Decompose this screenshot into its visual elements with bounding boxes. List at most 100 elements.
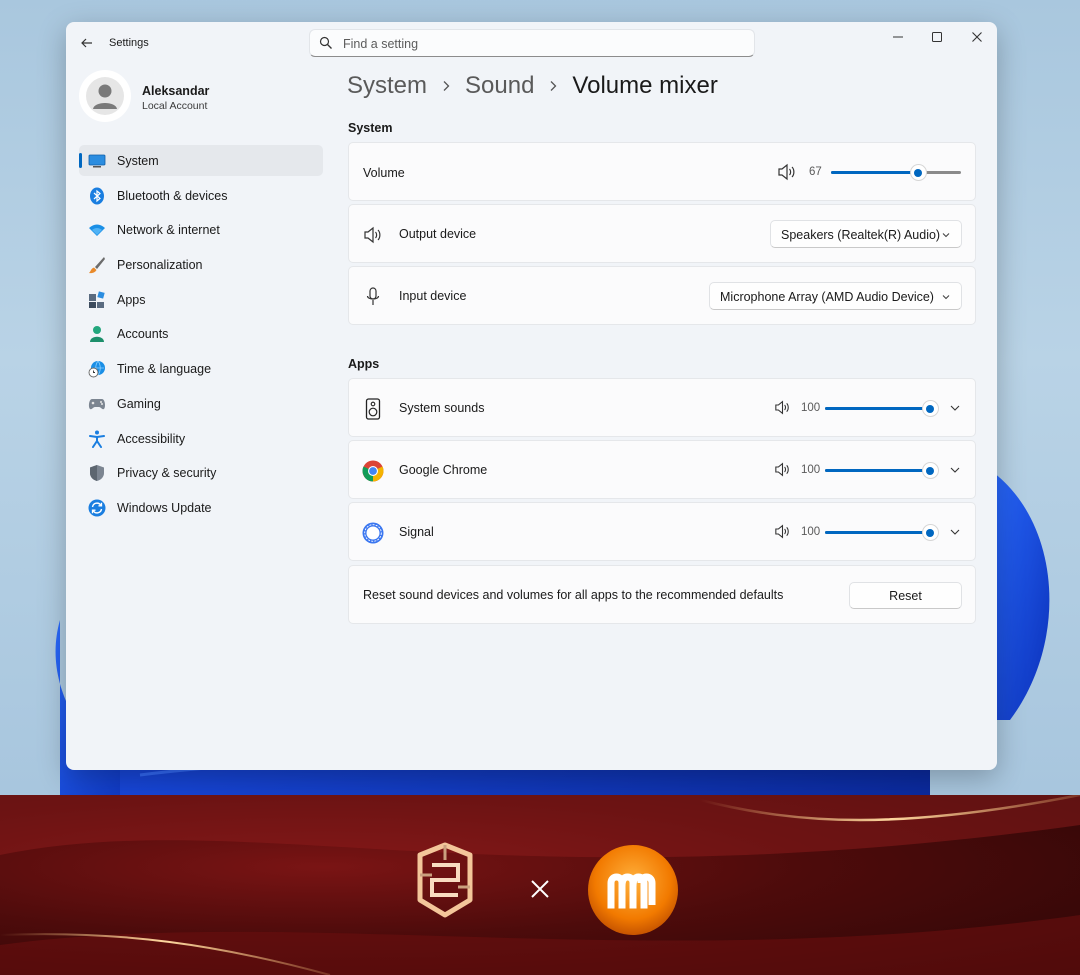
minimize-button[interactable] bbox=[878, 22, 918, 52]
expand-chevron-button[interactable] bbox=[946, 399, 964, 417]
app-name: System sounds bbox=[399, 401, 485, 415]
times-sign-icon bbox=[531, 880, 549, 898]
sidebar-nav: System Bluetooth & devices Network & int… bbox=[79, 145, 323, 527]
search-input[interactable] bbox=[343, 35, 743, 53]
search-icon bbox=[319, 36, 332, 49]
breadcrumb-sound[interactable]: Sound bbox=[465, 72, 534, 100]
search-box[interactable] bbox=[309, 29, 755, 57]
close-icon bbox=[972, 32, 982, 42]
close-button[interactable] bbox=[957, 22, 997, 52]
output-device-card: Output device Speakers (Realtek(R) Audio… bbox=[348, 204, 976, 263]
sidebar-item-label: Time & language bbox=[117, 362, 212, 377]
chevron-down-icon bbox=[950, 467, 960, 473]
input-device-card: Input device Microphone Array (AMD Audio… bbox=[348, 266, 976, 325]
slider-thumb[interactable] bbox=[922, 463, 938, 478]
page-title: Volume mixer bbox=[572, 72, 718, 99]
partner-logo-right bbox=[588, 845, 678, 935]
sidebar-item-windows-update[interactable]: Windows Update bbox=[79, 492, 323, 523]
chevron-down-icon bbox=[950, 529, 960, 535]
speaker-icon[interactable] bbox=[777, 163, 797, 181]
chevron-right-icon bbox=[441, 80, 451, 92]
sidebar-item-label: Windows Update bbox=[117, 500, 212, 515]
chevron-down-icon bbox=[950, 405, 960, 411]
volume-value: 67 bbox=[809, 166, 822, 178]
sidebar-item-label: Gaming bbox=[117, 396, 161, 411]
slider-thumb[interactable] bbox=[922, 525, 938, 540]
section-heading-system: System bbox=[348, 121, 393, 135]
chrome-icon bbox=[362, 460, 384, 482]
sidebar-item-label: Accessibility bbox=[117, 431, 186, 446]
sidebar-item-label: Accounts bbox=[117, 327, 169, 342]
speaker-icon[interactable] bbox=[774, 524, 791, 539]
sidebar-item-privacy[interactable]: Privacy & security bbox=[79, 457, 323, 488]
section-heading-apps: Apps bbox=[348, 357, 380, 371]
sidebar-item-personalization[interactable]: Personalization bbox=[79, 249, 323, 280]
output-device-dropdown[interactable]: Speakers (Realtek(R) Audio) bbox=[770, 220, 962, 248]
minimize-icon bbox=[893, 36, 903, 38]
wifi-icon bbox=[88, 221, 106, 239]
maximize-icon bbox=[932, 32, 942, 42]
app-volume-value: 100 bbox=[801, 402, 821, 414]
speaker-icon[interactable] bbox=[774, 462, 791, 477]
partner-logo-left bbox=[417, 842, 473, 918]
app-title: Settings bbox=[109, 37, 149, 49]
app-volume-slider[interactable] bbox=[825, 401, 938, 416]
output-device-selected: Speakers (Realtek(R) Audio) bbox=[781, 228, 941, 242]
app-volume-slider[interactable] bbox=[825, 525, 938, 540]
sidebar-item-label: Apps bbox=[117, 292, 146, 307]
settings-window: Settings Aleksandar Local Accou bbox=[66, 22, 997, 770]
sidebar-item-system[interactable]: System bbox=[79, 145, 323, 176]
sidebar-item-time-language[interactable]: Time & language bbox=[79, 353, 323, 384]
banner-background-waves bbox=[0, 795, 1080, 975]
input-device-label: Input device bbox=[399, 289, 467, 303]
sidebar-item-accessibility[interactable]: Accessibility bbox=[79, 423, 323, 454]
sidebar-item-bluetooth[interactable]: Bluetooth & devices bbox=[79, 180, 323, 211]
expand-chevron-button[interactable] bbox=[946, 523, 964, 541]
volume-card: Volume 67 bbox=[348, 142, 976, 201]
back-button[interactable] bbox=[76, 32, 98, 54]
shield-icon bbox=[88, 464, 106, 482]
chevron-right-icon bbox=[548, 80, 558, 92]
sidebar-item-label: System bbox=[117, 154, 159, 168]
brush-icon bbox=[88, 256, 106, 274]
user-avatar-icon bbox=[86, 77, 124, 115]
app-row-signal: Signal 100 bbox=[348, 502, 976, 561]
chevron-down-icon bbox=[942, 233, 950, 238]
speaker-icon[interactable] bbox=[774, 400, 791, 415]
app-name: Google Chrome bbox=[399, 463, 488, 477]
reset-button[interactable]: Reset bbox=[849, 582, 962, 609]
input-device-dropdown[interactable]: Microphone Array (AMD Audio Device) bbox=[709, 282, 962, 310]
app-row-google-chrome: Google Chrome 100 bbox=[348, 440, 976, 499]
account-type: Local Account bbox=[142, 100, 208, 112]
microphone-icon bbox=[362, 286, 384, 308]
user-name: Aleksandar bbox=[142, 84, 210, 98]
slider-thumb[interactable] bbox=[910, 165, 926, 180]
sidebar-item-gaming[interactable]: Gaming bbox=[79, 388, 323, 419]
reset-description: Reset sound devices and volumes for all … bbox=[363, 588, 784, 602]
bluetooth-icon bbox=[88, 187, 106, 205]
sidebar-item-network[interactable]: Network & internet bbox=[79, 214, 323, 245]
sidebar-item-label: Privacy & security bbox=[117, 466, 217, 481]
app-volume-slider[interactable] bbox=[825, 463, 938, 478]
master-volume-slider[interactable] bbox=[831, 165, 961, 180]
monitor-icon bbox=[88, 152, 106, 170]
app-row-system-sounds: System sounds 100 bbox=[348, 378, 976, 437]
app-volume-value: 100 bbox=[801, 464, 821, 476]
sidebar-item-accounts[interactable]: Accounts bbox=[79, 318, 323, 349]
person-icon bbox=[88, 325, 106, 343]
title-bar: Settings bbox=[66, 22, 997, 64]
apps-icon bbox=[88, 291, 106, 309]
chevron-down-icon bbox=[942, 295, 950, 300]
arrow-left-icon bbox=[81, 38, 92, 48]
breadcrumb-system[interactable]: System bbox=[347, 72, 427, 100]
slider-thumb[interactable] bbox=[922, 401, 938, 416]
globe-clock-icon bbox=[88, 360, 106, 378]
volume-label: Volume bbox=[363, 166, 405, 180]
expand-chevron-button[interactable] bbox=[946, 461, 964, 479]
sidebar-item-apps[interactable]: Apps bbox=[79, 284, 323, 315]
breadcrumb: System Sound Volume mixer bbox=[347, 72, 718, 100]
app-volume-value: 100 bbox=[801, 526, 821, 538]
input-device-selected: Microphone Array (AMD Audio Device) bbox=[720, 290, 934, 304]
output-device-label: Output device bbox=[399, 227, 477, 241]
maximize-button[interactable] bbox=[917, 22, 957, 52]
